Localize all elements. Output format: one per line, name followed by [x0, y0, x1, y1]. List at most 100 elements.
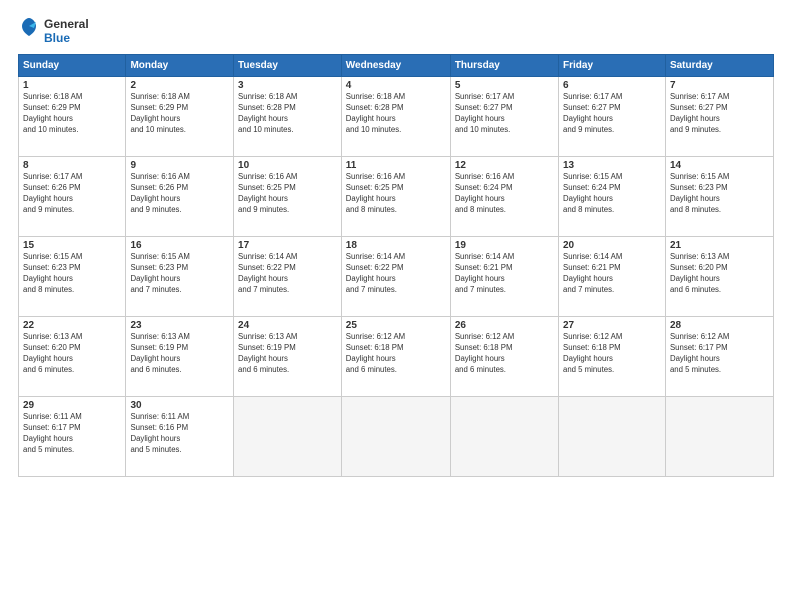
calendar-cell: 27 Sunrise: 6:12 AM Sunset: 6:18 PM Dayl… — [559, 317, 666, 397]
day-number: 28 — [670, 320, 769, 331]
day-number: 8 — [23, 160, 121, 171]
day-info: Sunrise: 6:12 AM Sunset: 6:18 PM Dayligh… — [346, 332, 446, 376]
day-info: Sunrise: 6:13 AM Sunset: 6:20 PM Dayligh… — [670, 252, 769, 296]
calendar-cell — [234, 397, 342, 477]
day-info: Sunrise: 6:17 AM Sunset: 6:27 PM Dayligh… — [455, 92, 554, 136]
day-number: 11 — [346, 160, 446, 171]
calendar-cell: 8 Sunrise: 6:17 AM Sunset: 6:26 PM Dayli… — [19, 157, 126, 237]
calendar-cell — [450, 397, 558, 477]
day-info: Sunrise: 6:12 AM Sunset: 6:17 PM Dayligh… — [670, 332, 769, 376]
calendar-cell: 22 Sunrise: 6:13 AM Sunset: 6:20 PM Dayl… — [19, 317, 126, 397]
calendar-cell: 24 Sunrise: 6:13 AM Sunset: 6:19 PM Dayl… — [234, 317, 342, 397]
calendar-week-row: 22 Sunrise: 6:13 AM Sunset: 6:20 PM Dayl… — [19, 317, 774, 397]
day-number: 12 — [455, 160, 554, 171]
day-number: 1 — [23, 80, 121, 91]
calendar-cell: 21 Sunrise: 6:13 AM Sunset: 6:20 PM Dayl… — [665, 237, 773, 317]
calendar-cell: 17 Sunrise: 6:14 AM Sunset: 6:22 PM Dayl… — [234, 237, 342, 317]
day-number: 15 — [23, 240, 121, 251]
day-info: Sunrise: 6:14 AM Sunset: 6:22 PM Dayligh… — [238, 252, 337, 296]
calendar-cell: 4 Sunrise: 6:18 AM Sunset: 6:28 PM Dayli… — [341, 77, 450, 157]
day-number: 24 — [238, 320, 337, 331]
day-info: Sunrise: 6:15 AM Sunset: 6:23 PM Dayligh… — [670, 172, 769, 216]
calendar-cell — [665, 397, 773, 477]
calendar-cell: 15 Sunrise: 6:15 AM Sunset: 6:23 PM Dayl… — [19, 237, 126, 317]
calendar-week-row: 15 Sunrise: 6:15 AM Sunset: 6:23 PM Dayl… — [19, 237, 774, 317]
day-number: 29 — [23, 400, 121, 411]
col-header-friday: Friday — [559, 55, 666, 77]
logo-blue: Blue — [44, 31, 89, 45]
calendar-cell: 28 Sunrise: 6:12 AM Sunset: 6:17 PM Dayl… — [665, 317, 773, 397]
day-info: Sunrise: 6:14 AM Sunset: 6:21 PM Dayligh… — [563, 252, 661, 296]
calendar-cell: 16 Sunrise: 6:15 AM Sunset: 6:23 PM Dayl… — [126, 237, 234, 317]
calendar-cell: 18 Sunrise: 6:14 AM Sunset: 6:22 PM Dayl… — [341, 237, 450, 317]
col-header-sunday: Sunday — [19, 55, 126, 77]
header: General Blue — [18, 16, 774, 46]
calendar-week-row: 1 Sunrise: 6:18 AM Sunset: 6:29 PM Dayli… — [19, 77, 774, 157]
day-info: Sunrise: 6:16 AM Sunset: 6:25 PM Dayligh… — [346, 172, 446, 216]
day-info: Sunrise: 6:15 AM Sunset: 6:23 PM Dayligh… — [23, 252, 121, 296]
day-number: 14 — [670, 160, 769, 171]
day-number: 2 — [130, 80, 229, 91]
day-info: Sunrise: 6:13 AM Sunset: 6:20 PM Dayligh… — [23, 332, 121, 376]
day-info: Sunrise: 6:11 AM Sunset: 6:16 PM Dayligh… — [130, 412, 229, 456]
day-number: 10 — [238, 160, 337, 171]
day-number: 30 — [130, 400, 229, 411]
day-number: 18 — [346, 240, 446, 251]
calendar-cell — [341, 397, 450, 477]
day-info: Sunrise: 6:16 AM Sunset: 6:24 PM Dayligh… — [455, 172, 554, 216]
day-info: Sunrise: 6:13 AM Sunset: 6:19 PM Dayligh… — [238, 332, 337, 376]
day-info: Sunrise: 6:16 AM Sunset: 6:26 PM Dayligh… — [130, 172, 229, 216]
col-header-saturday: Saturday — [665, 55, 773, 77]
calendar-cell: 7 Sunrise: 6:17 AM Sunset: 6:27 PM Dayli… — [665, 77, 773, 157]
calendar-cell: 6 Sunrise: 6:17 AM Sunset: 6:27 PM Dayli… — [559, 77, 666, 157]
calendar-cell: 11 Sunrise: 6:16 AM Sunset: 6:25 PM Dayl… — [341, 157, 450, 237]
day-info: Sunrise: 6:18 AM Sunset: 6:29 PM Dayligh… — [23, 92, 121, 136]
col-header-thursday: Thursday — [450, 55, 558, 77]
day-number: 22 — [23, 320, 121, 331]
day-number: 4 — [346, 80, 446, 91]
logo: General Blue — [18, 16, 89, 46]
day-info: Sunrise: 6:17 AM Sunset: 6:26 PM Dayligh… — [23, 172, 121, 216]
calendar-cell: 19 Sunrise: 6:14 AM Sunset: 6:21 PM Dayl… — [450, 237, 558, 317]
day-number: 16 — [130, 240, 229, 251]
day-number: 26 — [455, 320, 554, 331]
calendar-cell: 14 Sunrise: 6:15 AM Sunset: 6:23 PM Dayl… — [665, 157, 773, 237]
day-info: Sunrise: 6:17 AM Sunset: 6:27 PM Dayligh… — [563, 92, 661, 136]
day-info: Sunrise: 6:11 AM Sunset: 6:17 PM Dayligh… — [23, 412, 121, 456]
day-info: Sunrise: 6:16 AM Sunset: 6:25 PM Dayligh… — [238, 172, 337, 216]
col-header-monday: Monday — [126, 55, 234, 77]
day-info: Sunrise: 6:15 AM Sunset: 6:23 PM Dayligh… — [130, 252, 229, 296]
calendar-cell: 9 Sunrise: 6:16 AM Sunset: 6:26 PM Dayli… — [126, 157, 234, 237]
day-info: Sunrise: 6:18 AM Sunset: 6:28 PM Dayligh… — [346, 92, 446, 136]
calendar-header-row: SundayMondayTuesdayWednesdayThursdayFrid… — [19, 55, 774, 77]
calendar-table: SundayMondayTuesdayWednesdayThursdayFrid… — [18, 54, 774, 477]
col-header-tuesday: Tuesday — [234, 55, 342, 77]
day-info: Sunrise: 6:17 AM Sunset: 6:27 PM Dayligh… — [670, 92, 769, 136]
col-header-wednesday: Wednesday — [341, 55, 450, 77]
calendar-cell: 13 Sunrise: 6:15 AM Sunset: 6:24 PM Dayl… — [559, 157, 666, 237]
day-info: Sunrise: 6:15 AM Sunset: 6:24 PM Dayligh… — [563, 172, 661, 216]
day-info: Sunrise: 6:18 AM Sunset: 6:28 PM Dayligh… — [238, 92, 337, 136]
day-info: Sunrise: 6:14 AM Sunset: 6:22 PM Dayligh… — [346, 252, 446, 296]
calendar-cell: 2 Sunrise: 6:18 AM Sunset: 6:29 PM Dayli… — [126, 77, 234, 157]
day-number: 25 — [346, 320, 446, 331]
page: General Blue SundayMondayTuesdayWednesda… — [0, 0, 792, 612]
calendar-cell: 10 Sunrise: 6:16 AM Sunset: 6:25 PM Dayl… — [234, 157, 342, 237]
calendar-cell: 30 Sunrise: 6:11 AM Sunset: 6:16 PM Dayl… — [126, 397, 234, 477]
day-number: 21 — [670, 240, 769, 251]
day-info: Sunrise: 6:18 AM Sunset: 6:29 PM Dayligh… — [130, 92, 229, 136]
day-number: 3 — [238, 80, 337, 91]
day-info: Sunrise: 6:13 AM Sunset: 6:19 PM Dayligh… — [130, 332, 229, 376]
calendar-week-row: 29 Sunrise: 6:11 AM Sunset: 6:17 PM Dayl… — [19, 397, 774, 477]
calendar-cell — [559, 397, 666, 477]
calendar-cell: 29 Sunrise: 6:11 AM Sunset: 6:17 PM Dayl… — [19, 397, 126, 477]
day-number: 7 — [670, 80, 769, 91]
calendar-cell: 5 Sunrise: 6:17 AM Sunset: 6:27 PM Dayli… — [450, 77, 558, 157]
day-number: 20 — [563, 240, 661, 251]
calendar-cell: 12 Sunrise: 6:16 AM Sunset: 6:24 PM Dayl… — [450, 157, 558, 237]
day-info: Sunrise: 6:12 AM Sunset: 6:18 PM Dayligh… — [563, 332, 661, 376]
day-number: 9 — [130, 160, 229, 171]
day-number: 13 — [563, 160, 661, 171]
day-number: 17 — [238, 240, 337, 251]
logo-text-block: General Blue — [44, 17, 89, 46]
